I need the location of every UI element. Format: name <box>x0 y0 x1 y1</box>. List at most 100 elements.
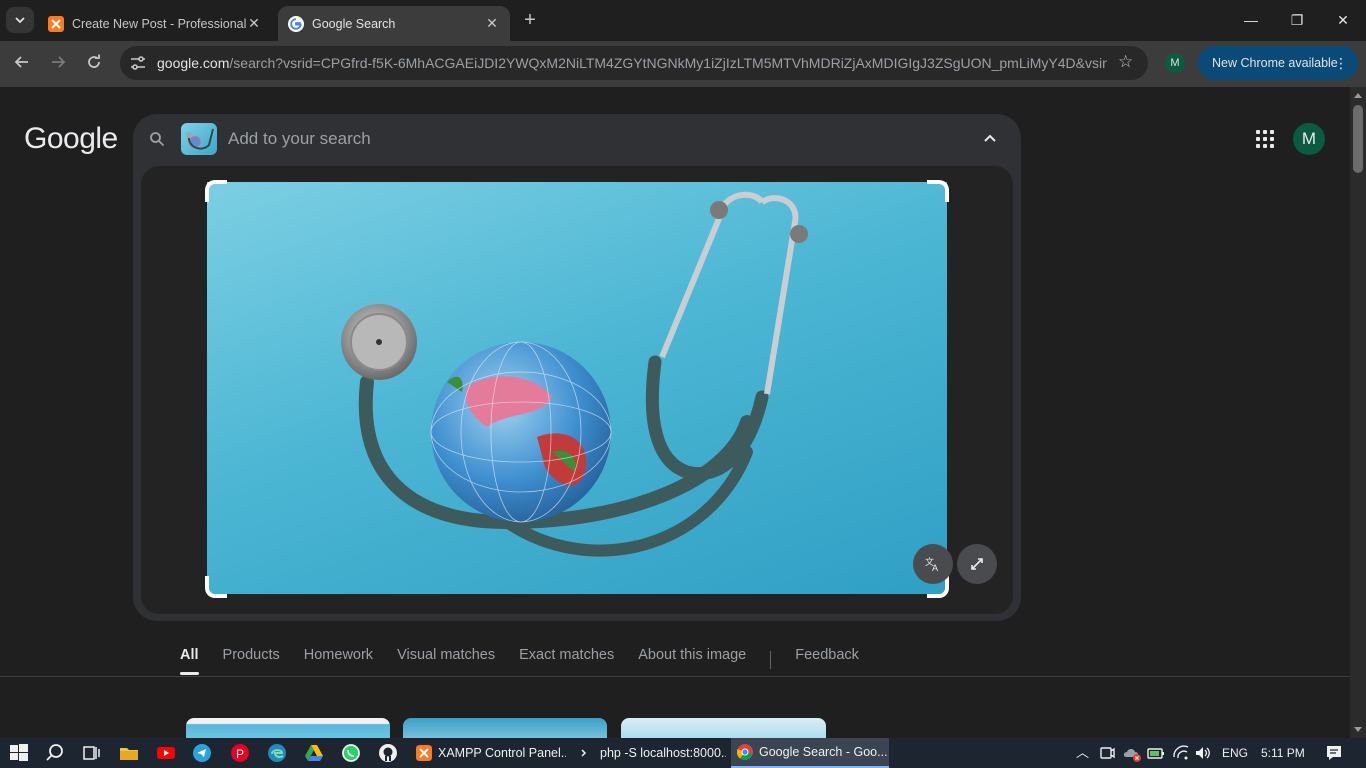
pinterest-icon[interactable]: P <box>230 743 250 763</box>
task-view-icon[interactable] <box>81 743 101 763</box>
tab-homework[interactable]: Homework <box>304 645 373 675</box>
result-thumbnail[interactable] <box>621 718 826 740</box>
profile-button[interactable]: M <box>1165 53 1185 73</box>
url-host: google.com <box>157 55 230 71</box>
address-bar[interactable]: google.com/search?vsrid=CPGfrd-f5K-6MhAC… <box>120 46 1148 80</box>
crop-handle-top-left[interactable] <box>205 180 227 202</box>
volume-icon[interactable] <box>1194 743 1212 763</box>
telegram-icon[interactable] <box>192 743 212 763</box>
forward-arrow-icon <box>52 56 66 68</box>
tab-separator <box>770 651 772 669</box>
bookmark-star-icon[interactable]: ☆ <box>1118 53 1136 71</box>
add-to-search-input[interactable] <box>228 126 968 152</box>
search-image[interactable] <box>207 182 947 594</box>
file-explorer-icon[interactable] <box>119 743 139 763</box>
google-drive-icon[interactable] <box>304 743 324 763</box>
whatsapp-icon[interactable] <box>341 743 361 763</box>
chrome-icon <box>737 744 753 760</box>
url-path: /search?vsrid=CPGfrd-f5K-6MhACGAEiJDI2YW… <box>229 55 1107 71</box>
tab-title: Create New Post - Professional <box>72 16 246 31</box>
svg-text:P: P <box>236 747 244 761</box>
crop-handle-bottom-left[interactable] <box>205 576 227 598</box>
feedback-link[interactable]: Feedback <box>795 645 859 675</box>
image-crop-area[interactable]: 文A <box>141 166 1013 614</box>
url-text[interactable]: google.com/search?vsrid=CPGfrd-f5K-6MhAC… <box>157 46 1107 80</box>
result-thumbnail[interactable] <box>403 718 607 740</box>
update-chrome-button[interactable]: New Chrome available ⋮ <box>1198 46 1358 80</box>
youtube-icon[interactable] <box>156 743 176 763</box>
stethoscope-thumbnail-icon <box>186 128 214 150</box>
back-button[interactable] <box>8 50 36 78</box>
page-content: Google M Add to your search 文 A All Prod… <box>0 87 1350 740</box>
new-tab-button[interactable]: + <box>518 9 542 33</box>
tab-about-this-image[interactable]: About this image <box>638 645 746 675</box>
tab-google-search[interactable]: Google Search ✕ <box>278 6 510 41</box>
account-avatar[interactable]: M <box>1293 123 1325 155</box>
minimize-button[interactable]: — <box>1231 8 1271 32</box>
search-icon <box>150 132 165 147</box>
stethoscope-globe-image <box>341 191 808 557</box>
battery-icon[interactable] <box>1147 743 1165 763</box>
query-image-thumbnail[interactable] <box>181 123 217 155</box>
chevron-down-icon <box>15 17 25 24</box>
tab-products[interactable]: Products <box>223 645 280 675</box>
tab-create-new-post[interactable]: Create New Post - Professional ✕ <box>38 6 272 41</box>
apps-grid-icon[interactable] <box>1255 129 1275 149</box>
page-scrollbar[interactable] <box>1350 87 1366 738</box>
taskbar-app-label: php -S localhost:8000... <box>600 746 726 760</box>
reload-button[interactable] <box>80 50 108 78</box>
meet-now-icon[interactable] <box>1099 743 1115 763</box>
taskbar-search-icon[interactable] <box>45 743 65 763</box>
expand-icon <box>971 558 983 570</box>
tab-all[interactable]: All <box>180 645 199 675</box>
lens-panel: 文A <box>133 114 1021 621</box>
forward-button[interactable] <box>44 50 72 78</box>
close-tab-icon[interactable]: ✕ <box>246 15 262 32</box>
github-icon[interactable] <box>378 743 398 763</box>
windows-taskbar: P XAMPP Control Panel... php -S localhos… <box>0 738 1366 768</box>
menu-dots-icon[interactable]: ⋮ <box>1334 46 1348 80</box>
google-icon <box>288 15 304 32</box>
reload-icon <box>88 54 100 68</box>
close-window-button[interactable]: ✕ <box>1323 8 1363 32</box>
fullscreen-button[interactable] <box>957 544 997 584</box>
tab-exact-matches[interactable]: Exact matches <box>519 645 614 675</box>
tray-chevron-icon[interactable]: ︿ <box>1076 738 1089 768</box>
taskbar-app-label: XAMPP Control Panel... <box>438 746 566 760</box>
tab-title: Google Search <box>312 16 396 31</box>
update-label: New Chrome available <box>1212 56 1338 70</box>
close-tab-icon[interactable]: ✕ <box>484 15 500 32</box>
tab-visual-matches[interactable]: Visual matches <box>397 645 495 675</box>
divider <box>0 676 1350 677</box>
xampp-icon <box>416 745 432 761</box>
site-info-icon[interactable] <box>129 54 147 72</box>
google-logo[interactable]: Google <box>24 122 118 156</box>
language-indicator[interactable]: ENG <box>1222 738 1248 768</box>
result-filter-tabs: All Products Homework Visual matches Exa… <box>180 645 883 675</box>
translate-button[interactable]: 文A <box>913 544 953 584</box>
taskbar-app-xampp[interactable]: XAMPP Control Panel... <box>410 738 566 768</box>
tab-search-button[interactable] <box>6 7 34 33</box>
terminal-icon <box>578 745 594 761</box>
wifi-icon[interactable] <box>1172 743 1190 763</box>
chevron-up-icon[interactable] <box>981 130 999 148</box>
crop-handle-top-right[interactable] <box>927 180 949 202</box>
notifications-icon[interactable] <box>1324 743 1344 763</box>
taskbar-app-label: Google Search - Goo... <box>759 745 888 759</box>
xampp-icon <box>48 15 64 32</box>
scrollbar-thumb[interactable] <box>1353 105 1363 173</box>
clock[interactable]: 5:11 PM <box>1261 738 1305 768</box>
edge-icon[interactable] <box>267 743 287 763</box>
browser-toolbar: google.com/search?vsrid=CPGfrd-f5K-6MhAC… <box>0 41 1366 87</box>
windows-start-icon[interactable] <box>9 743 29 763</box>
back-arrow-icon <box>14 56 28 68</box>
taskbar-app-chrome[interactable]: Google Search - Goo... <box>731 738 889 768</box>
onedrive-icon[interactable] <box>1122 743 1142 763</box>
tab-strip: Create New Post - Professional ✕ Google … <box>0 0 1366 41</box>
result-thumbnail[interactable] <box>186 718 390 740</box>
lens-search-row <box>133 114 1021 164</box>
scroll-up-arrow-icon[interactable] <box>1354 93 1362 98</box>
scroll-down-arrow-icon[interactable] <box>1354 727 1362 732</box>
taskbar-app-terminal[interactable]: php -S localhost:8000... <box>572 738 726 768</box>
restore-button[interactable]: ❐ <box>1277 8 1317 32</box>
